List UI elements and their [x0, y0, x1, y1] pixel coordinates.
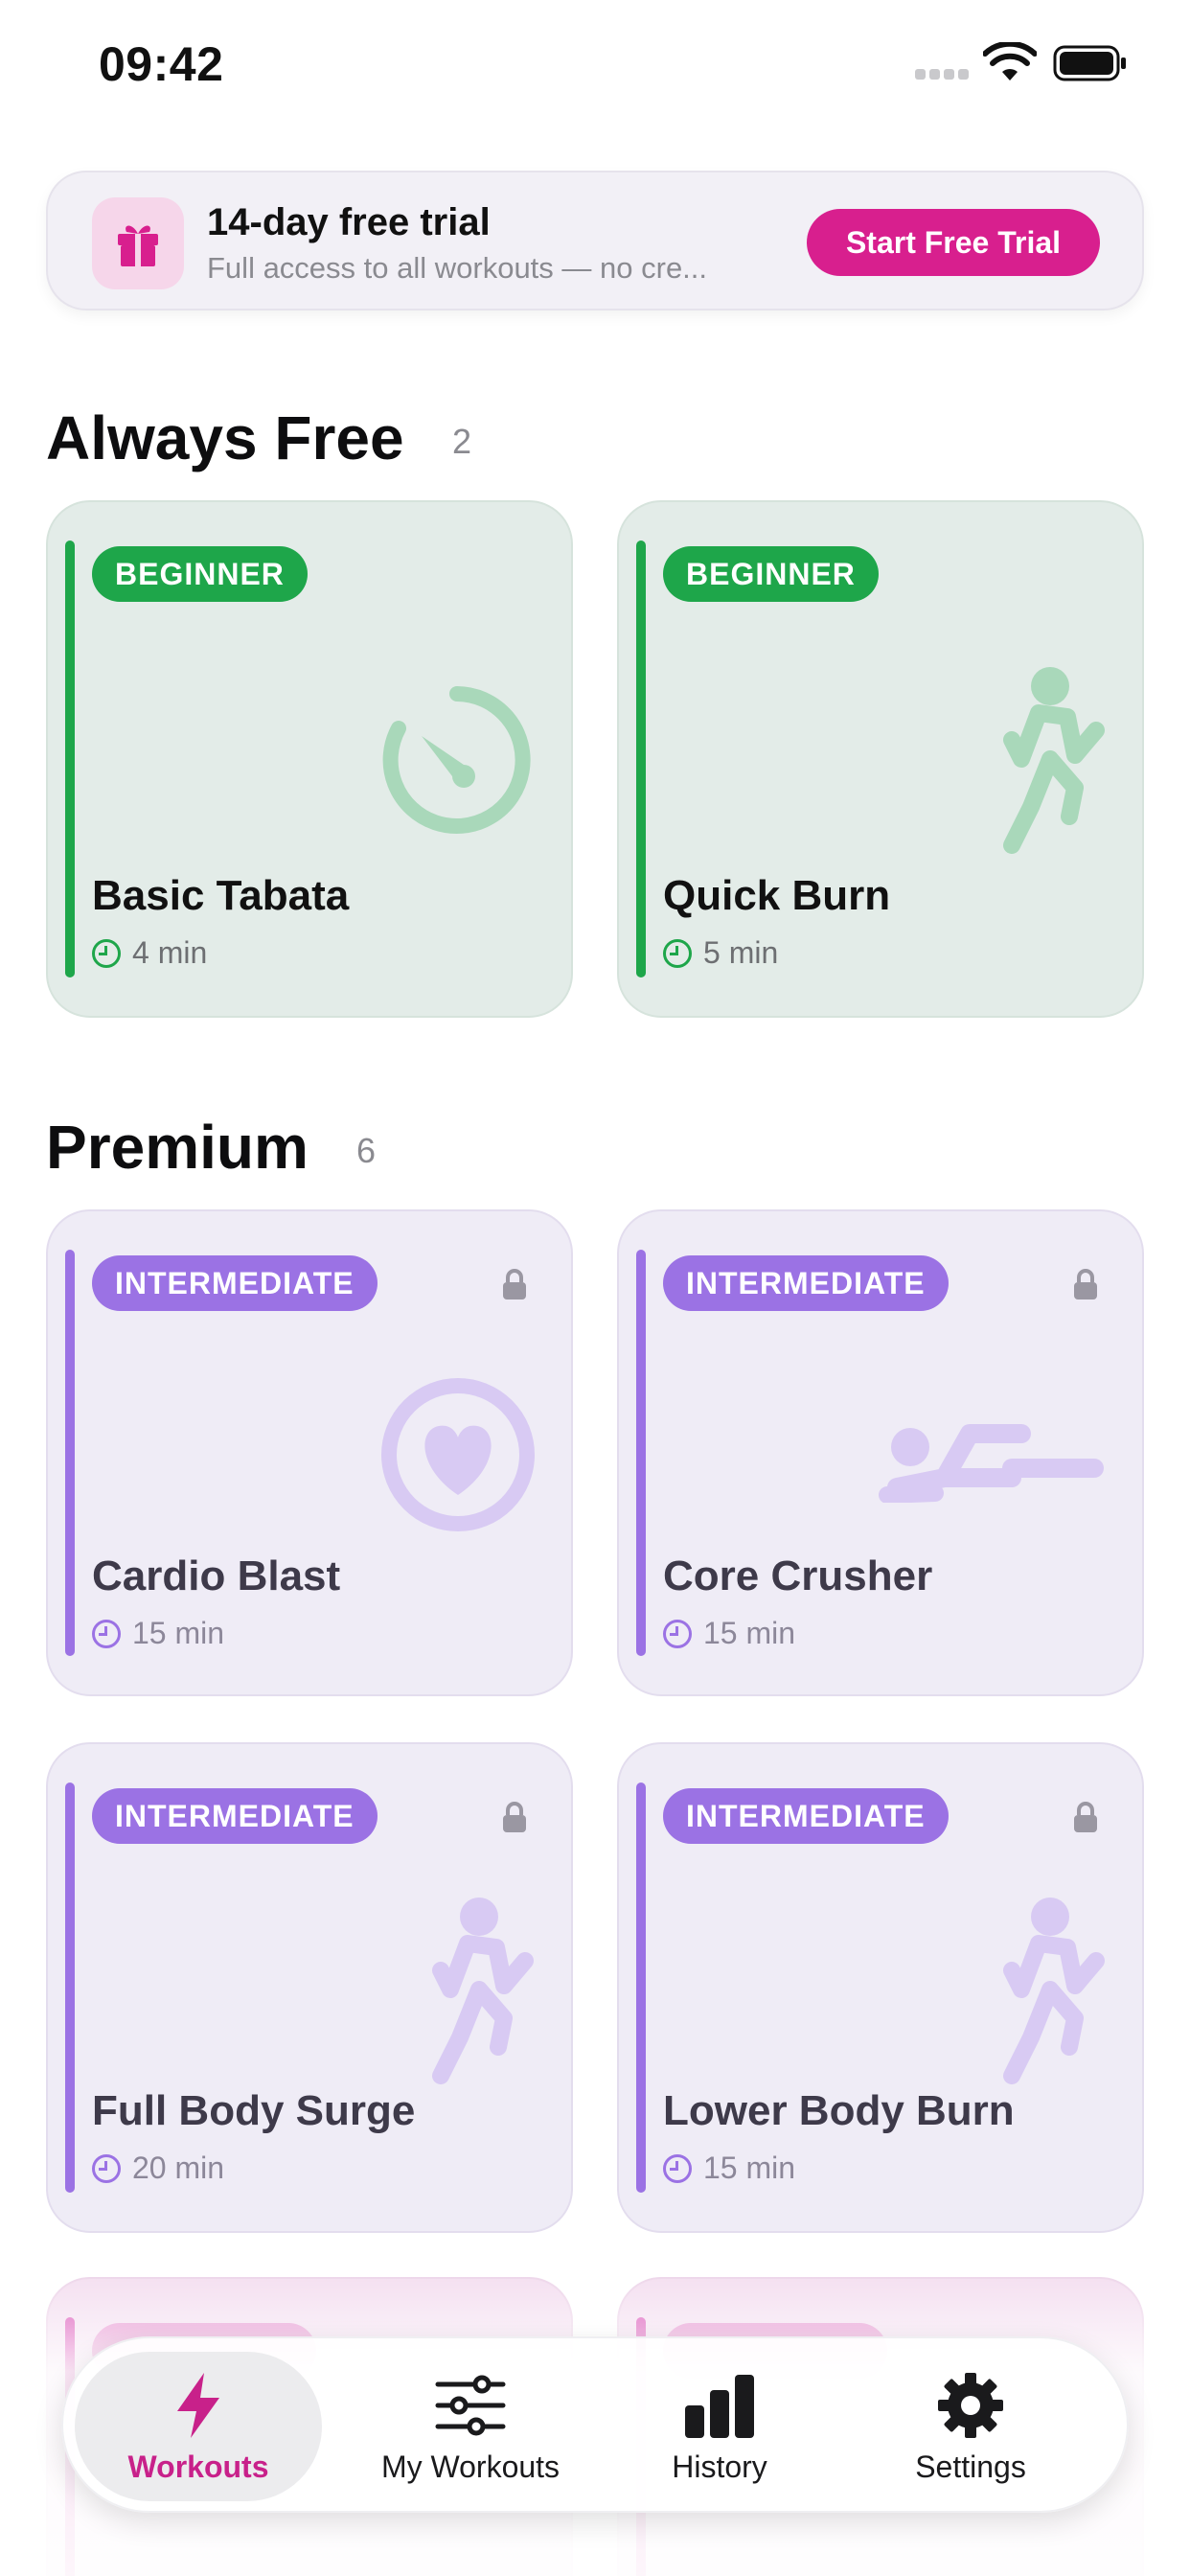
runner-icon [1003, 667, 1105, 854]
trial-title: 14-day free trial [207, 201, 491, 243]
clock-icon [92, 2153, 121, 2183]
clock-icon [92, 1619, 121, 1648]
stopwatch-icon [382, 686, 531, 834]
status-bar: 09:42 [0, 0, 1190, 126]
gift-icon [118, 225, 158, 266]
section-count-premium: 6 [356, 1131, 377, 1170]
runner-icon [432, 1898, 534, 2084]
wifi-icon [983, 42, 1037, 80]
trial-subtitle: Full access to all workouts — no cre... [207, 251, 708, 285]
difficulty-badge: INTERMEDIATE [663, 1788, 949, 1844]
section-title-free: Always Free [46, 403, 404, 472]
workout-name: Cardio Blast [92, 1552, 341, 1599]
difficulty-badge: BEGINNER [92, 546, 308, 602]
workout-name: Quick Burn [663, 872, 891, 919]
status-time: 09:42 [99, 37, 224, 91]
lock-icon [1074, 1269, 1097, 1300]
workout-name: Full Body Surge [92, 2087, 416, 2134]
battery-icon [1053, 45, 1126, 81]
runner-icon [1003, 1898, 1105, 2084]
tab-settings[interactable]: Settings [847, 2352, 1094, 2501]
workout-duration: 15 min [92, 1616, 224, 1651]
lock-icon [1074, 1802, 1097, 1832]
clock-icon [92, 938, 121, 968]
tab-workouts[interactable]: Workouts [75, 2352, 322, 2501]
tab-label: My Workouts [380, 2450, 561, 2484]
workout-duration: 20 min [92, 2150, 224, 2186]
clock-icon [663, 1619, 692, 1648]
heart-icon [381, 1378, 535, 1531]
cellular-signal-icon [915, 69, 971, 80]
tab-history[interactable]: History [596, 2352, 843, 2501]
workout-duration: 15 min [663, 1616, 795, 1651]
workout-duration: 5 min [663, 935, 778, 971]
plank-icon [879, 1424, 1104, 1503]
clock-icon [663, 938, 692, 968]
free-trial-banner: 14-day free trial Full access to all wor… [46, 171, 1144, 310]
section-title-premium: Premium [46, 1113, 309, 1182]
workout-card-cardio-blast[interactable]: INTERMEDIATE Cardio Blast 15 min [46, 1209, 573, 1696]
workout-card-quick-burn[interactable]: BEGINNER Quick Burn 5 min [617, 500, 1144, 1018]
workout-card-basic-tabata[interactable]: BEGINNER Basic Tabata 4 min [46, 500, 573, 1018]
tab-label: History [672, 2450, 767, 2484]
workout-card-core-crusher[interactable]: INTERMEDIATE Core Crusher 15 min [617, 1209, 1144, 1696]
gear-icon [938, 2373, 1003, 2438]
difficulty-badge: INTERMEDIATE [663, 1255, 949, 1311]
tab-label: Settings [915, 2450, 1026, 2484]
sliders-icon [435, 2375, 506, 2436]
workout-name: Core Crusher [663, 1552, 933, 1599]
tab-my-workouts[interactable]: My Workouts [347, 2352, 594, 2501]
difficulty-badge: INTERMEDIATE [92, 1788, 378, 1844]
workout-card-lower-body-burn[interactable]: INTERMEDIATE Lower Body Burn 15 min [617, 1742, 1144, 2233]
clock-icon [663, 2153, 692, 2183]
bar-chart-icon [685, 2375, 754, 2438]
tab-label: Workouts [127, 2450, 269, 2484]
section-count-free: 2 [452, 422, 472, 461]
bolt-icon [177, 2373, 219, 2438]
gift-icon-container [92, 197, 184, 289]
lock-icon [503, 1802, 526, 1832]
difficulty-badge: BEGINNER [663, 546, 879, 602]
workout-name: Lower Body Burn [663, 2087, 1015, 2134]
difficulty-badge: INTERMEDIATE [92, 1255, 378, 1311]
workout-card-full-body-surge[interactable]: INTERMEDIATE Full Body Surge 20 min [46, 1742, 573, 2233]
tab-bar: Workouts My Workouts History Settings [61, 2336, 1129, 2513]
workout-duration: 4 min [92, 935, 207, 971]
workout-name: Basic Tabata [92, 872, 350, 919]
start-free-trial-button[interactable]: Start Free Trial [807, 209, 1100, 276]
lock-icon [503, 1269, 526, 1300]
workout-duration: 15 min [663, 2150, 795, 2186]
